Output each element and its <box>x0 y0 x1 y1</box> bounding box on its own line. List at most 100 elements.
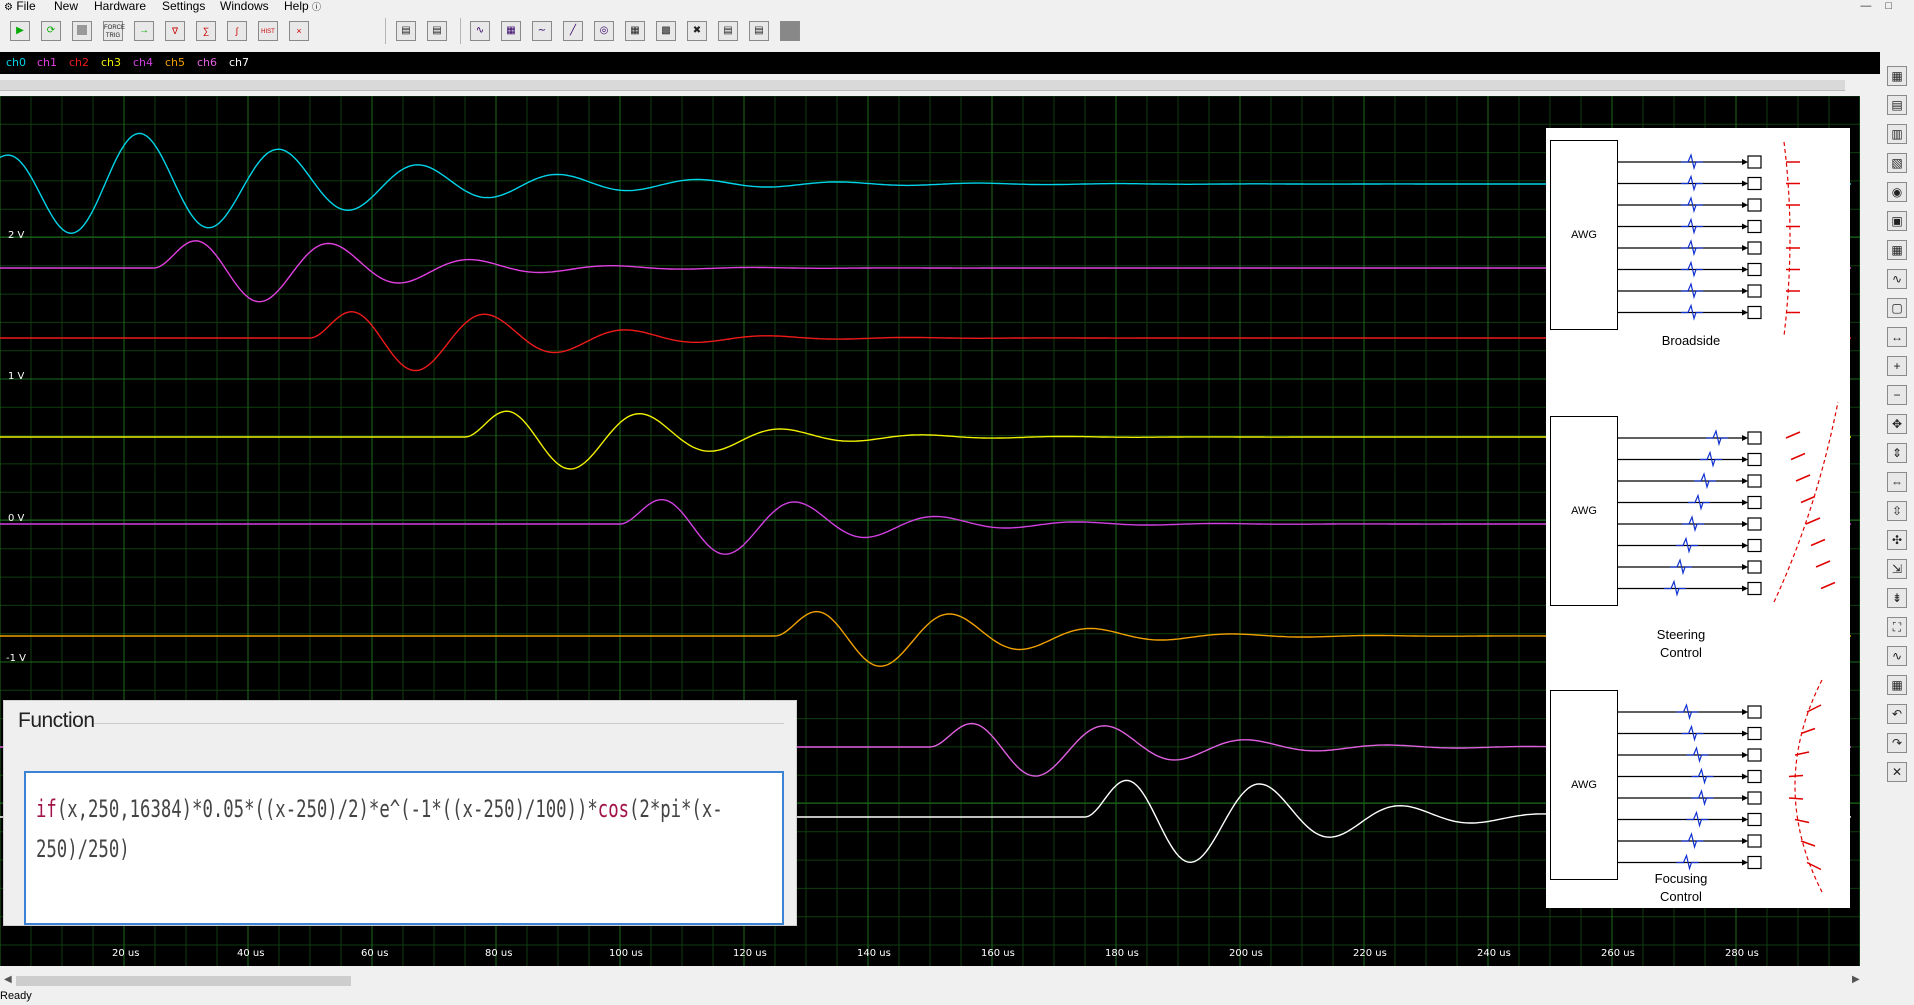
arrow-head <box>1742 309 1748 316</box>
x-axis-label: 40 us <box>237 948 265 959</box>
plot-icon[interactable]: ∿ <box>1887 269 1907 289</box>
menu-hardware[interactable]: Hardware <box>94 0 146 12</box>
measure-icon[interactable]: ∇ <box>165 21 185 41</box>
wavefront-curve <box>1783 141 1791 337</box>
menu-file[interactable]: ⚙ File <box>4 0 36 14</box>
channel-label-ch3[interactable]: ch3 <box>101 56 121 69</box>
slope-icon[interactable]: ╱ <box>563 21 583 41</box>
book-icon[interactable]: ▧ <box>1887 153 1907 173</box>
fit-all-icon[interactable]: ⛶ <box>1887 617 1907 637</box>
layout-1-icon[interactable]: ▤ <box>718 21 738 41</box>
window-icon[interactable]: ▢ <box>1887 298 1907 318</box>
clear-icon[interactable]: × <box>289 21 309 41</box>
step-icon[interactable]: ▣ <box>1887 211 1907 231</box>
redo-icon[interactable]: ↷ <box>1887 733 1907 753</box>
force-trigger-button[interactable]: FORCE TRIG <box>103 21 125 41</box>
stop-icon[interactable] <box>72 21 92 41</box>
horizontal-scrollbar[interactable]: ◀ ▶ <box>0 974 1865 988</box>
split-panel-icon[interactable]: ▤ <box>427 21 447 41</box>
camera-icon[interactable]: ◉ <box>1887 182 1907 202</box>
transducer-element <box>1747 241 1762 255</box>
compress-vertical-icon[interactable]: ⇳ <box>1887 501 1907 521</box>
window-controls[interactable]: —□ <box>1860 0 1906 12</box>
menu-windows[interactable]: Windows <box>220 0 269 12</box>
cross-icon[interactable]: ✖ <box>687 21 707 41</box>
x-axis-label: 220 us <box>1353 948 1387 959</box>
channel-label-ch7[interactable]: ch7 <box>229 56 249 69</box>
spectrum-icon[interactable]: ∼ <box>532 21 552 41</box>
toolbar-separator <box>385 18 386 44</box>
export-icon[interactable]: → <box>134 21 154 41</box>
grid-icon[interactable]: ▦ <box>501 21 521 41</box>
scroll-left-icon[interactable]: ◀ <box>4 974 12 985</box>
compress-all-icon[interactable]: ✣ <box>1887 530 1907 550</box>
waveform-icon[interactable]: ∿ <box>470 21 490 41</box>
arrow-head <box>1742 456 1748 463</box>
single-panel-icon[interactable]: ▤ <box>396 21 416 41</box>
transducer-element <box>1747 726 1762 741</box>
fft-icon[interactable]: ∑ <box>196 21 216 41</box>
shrink-icon[interactable]: ⇲ <box>1887 559 1907 579</box>
expand-vertical-icon[interactable]: ⇕ <box>1887 443 1907 463</box>
transducer-element <box>1747 262 1762 277</box>
scroll-right-icon[interactable]: ▶ <box>1852 974 1860 985</box>
fit-width-icon[interactable]: ↔ <box>1887 327 1907 347</box>
fit-vertical-icon[interactable]: ⇟ <box>1887 588 1907 608</box>
move-all-icon[interactable]: ✥ <box>1887 414 1907 434</box>
awg-box: AWG <box>1550 416 1618 606</box>
transducer-element <box>1747 495 1762 510</box>
channel-label-ch0[interactable]: ch0 <box>6 56 26 69</box>
zoom-in-icon[interactable]: + <box>1887 356 1907 376</box>
wavefront-arrow <box>1815 560 1831 568</box>
arrow-head <box>1742 499 1748 506</box>
wavefront-arrow <box>1785 431 1801 439</box>
sine-icon[interactable]: ∿ <box>1887 646 1907 666</box>
channels-icon[interactable]: ▥ <box>1887 124 1907 144</box>
wavefront-arrow <box>1820 581 1836 590</box>
transducer-element <box>1747 812 1762 827</box>
pulse-icon <box>1681 282 1703 300</box>
transducer-element <box>1747 705 1762 719</box>
arrow-head <box>1742 542 1748 549</box>
menu-settings[interactable]: Settings <box>162 0 205 12</box>
xy-icon[interactable]: ◎ <box>594 21 614 41</box>
x-axis-label: 160 us <box>981 948 1015 959</box>
function-input[interactable]: if(x,250,16384)*0.05*((x-250)/2)*e^(-1*(… <box>24 771 784 925</box>
transducer-element <box>1747 452 1762 467</box>
status-bar: Ready <box>0 990 32 1002</box>
grid-view-icon[interactable]: ▦ <box>1887 66 1907 86</box>
log-icon[interactable]: ∫ <box>227 21 247 41</box>
layout-3-icon[interactable] <box>780 21 800 41</box>
channel-label-ch1[interactable]: ch1 <box>37 56 57 69</box>
channel-label-ch6[interactable]: ch6 <box>197 56 217 69</box>
table-icon[interactable]: ▦ <box>1887 240 1907 260</box>
menu-help[interactable]: Help ⓘ <box>284 0 321 13</box>
pulse-icon <box>1691 789 1714 807</box>
menu-new[interactable]: New <box>54 0 78 12</box>
expand-horizontal-icon[interactable]: ⇔ <box>1887 472 1907 492</box>
undo-icon[interactable]: ↶ <box>1887 704 1907 724</box>
scroll-thumb[interactable] <box>16 976 351 986</box>
run-icon[interactable]: ▶ <box>10 21 30 41</box>
quad-icon[interactable]: ▦ <box>625 21 645 41</box>
transducer-element <box>1747 155 1762 169</box>
layout-2-icon[interactable]: ▤ <box>749 21 769 41</box>
channel-label-ch5[interactable]: ch5 <box>165 56 185 69</box>
multi-grid-icon[interactable]: ▦ <box>1887 675 1907 695</box>
arrow-head <box>1742 202 1748 208</box>
x-axis-label: 280 us <box>1725 948 1759 959</box>
x-axis-label: 120 us <box>733 948 767 959</box>
invert-icon[interactable]: ▩ <box>656 21 676 41</box>
refresh-icon[interactable]: ⟳ <box>41 21 61 41</box>
channel-label-ch4[interactable]: ch4 <box>133 56 153 69</box>
close-x-icon[interactable]: ✕ <box>1887 762 1907 782</box>
hist-button[interactable]: HIST <box>258 21 278 41</box>
pulse-icon <box>1670 558 1692 576</box>
function-expression[interactable]: if(x,250,16384)*0.05*((x-250)/2)*e^(-1*(… <box>36 789 727 869</box>
timebar-strip[interactable] <box>0 80 1845 91</box>
pulse-icon <box>1681 196 1703 214</box>
abc-icon[interactable]: ▤ <box>1887 95 1907 115</box>
arrow-head <box>1742 585 1748 592</box>
channel-label-ch2[interactable]: ch2 <box>69 56 89 69</box>
zoom-out-icon[interactable]: − <box>1887 385 1907 405</box>
